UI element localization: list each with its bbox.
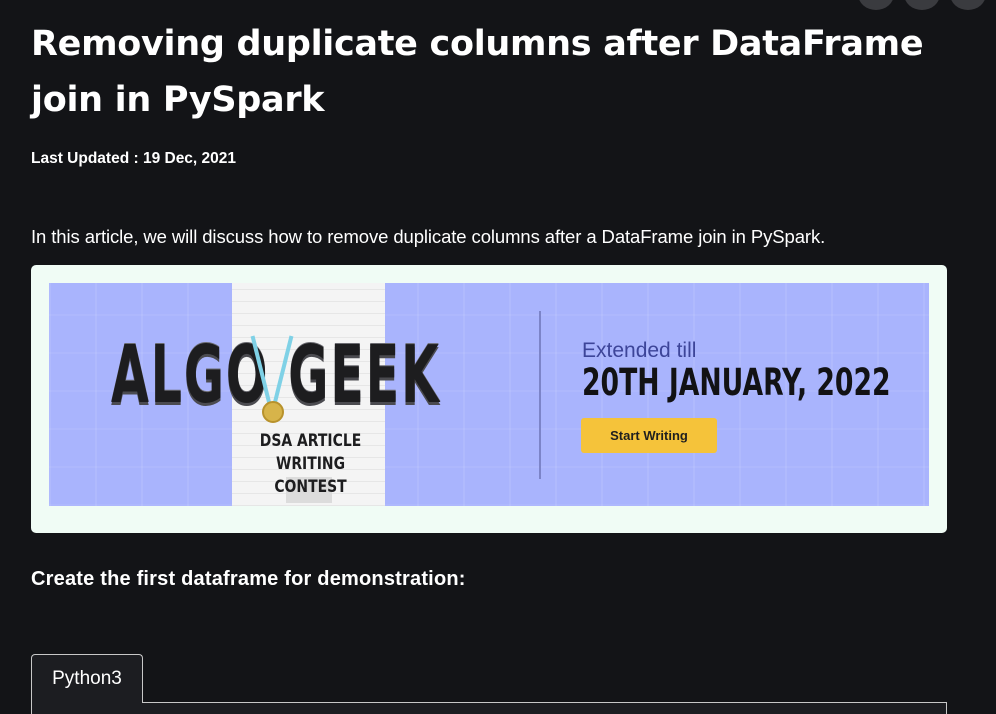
ad-banner-card: ALGO GEEK DSA ARTICLE WRITING CONTEST Ex… [31,265,947,533]
banner-subtitle-line1: DSA ARTICLE [259,431,362,451]
intro-paragraph: In this article, we will discuss how to … [31,226,826,247]
banner-divider [539,311,541,479]
code-panel [31,702,947,714]
article-title: Removing duplicate columns after DataFra… [31,24,924,120]
deadline-text: 20TH JANUARY, 2022 [582,361,891,404]
article-page: Removing duplicate columns after DataFra… [0,0,996,714]
tab-python3[interactable]: Python3 [31,654,143,703]
start-writing-button[interactable]: Start Writing [581,418,717,453]
medal-icon [262,401,284,423]
banner-subtitle-line2: WRITING CONTEST [274,454,347,497]
share-button[interactable] [858,0,894,10]
contest-banner[interactable]: ALGO GEEK DSA ARTICLE WRITING CONTEST Ex… [49,283,929,506]
bookmark-button[interactable] [904,0,940,10]
more-options-button[interactable] [950,0,986,10]
banner-subtitle: DSA ARTICLE WRITING CONTEST [254,430,368,499]
code-block: Python3 [31,654,947,714]
extended-label: Extended till [582,339,697,362]
section-heading: Create the first dataframe for demonstra… [31,568,466,590]
top-action-buttons [858,0,986,10]
last-updated-date: Last Updated : 19 Dec, 2021 [31,150,237,167]
